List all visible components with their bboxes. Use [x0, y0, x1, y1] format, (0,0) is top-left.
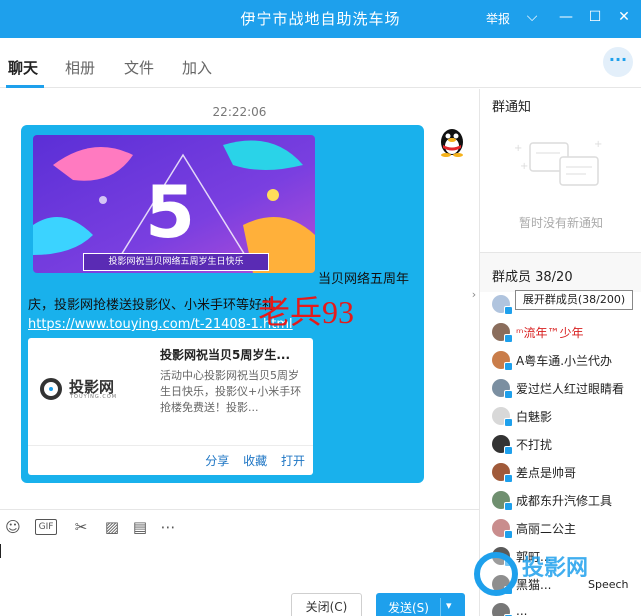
watermark-ring-icon — [474, 552, 518, 596]
minimize-button[interactable]: — — [555, 6, 577, 28]
card-title: 投影网祝当贝5周岁生... — [160, 348, 291, 362]
member-device-icon — [504, 418, 513, 427]
member-device-icon — [504, 446, 513, 455]
member-name: ᵐ流年™少年 — [516, 326, 584, 340]
member-list-item[interactable]: ᵐ流年™少年 — [480, 320, 641, 348]
scissors-icon[interactable]: ✂ — [71, 517, 91, 537]
member-device-icon — [504, 362, 513, 371]
member-device-icon — [504, 530, 513, 539]
member-list-item[interactable]: 不打扰 — [480, 432, 641, 460]
open-button[interactable]: 打开 — [281, 454, 305, 468]
member-name: 爱过烂人红过眼睛看 — [516, 382, 625, 396]
link-preview-card[interactable]: 投影网 TOUYING.COM 投影网祝当贝5周岁生... 活动中心投影网祝当贝… — [28, 338, 313, 475]
maximize-button[interactable]: ☐ — [584, 6, 606, 28]
banner-caption: 投影网祝当贝网络五周岁生日快乐 — [83, 253, 269, 271]
gif-icon[interactable]: GIF — [35, 519, 57, 535]
member-device-icon — [504, 502, 513, 511]
logo-ring-icon — [40, 378, 62, 400]
expand-members-tooltip: 展开群成员(38/200) — [515, 290, 633, 310]
members-header: 群成员 38/20 — [480, 252, 641, 292]
logo-subtitle: TOUYING.COM — [70, 394, 118, 400]
member-device-icon — [504, 474, 513, 483]
card-divider — [28, 445, 313, 446]
share-button[interactable]: 分享 — [205, 454, 229, 468]
member-list-item[interactable]: 差点是帅哥 — [480, 460, 641, 488]
member-name: 高丽二公主 — [516, 522, 577, 536]
message-text-line2: 庆，投影网抢楼送投影仪、小米手环等好礼 — [28, 298, 276, 313]
member-name: A粤车通.小兰代办 — [516, 354, 613, 368]
tab-join[interactable]: 加入 — [182, 57, 212, 78]
empty-notice-icon: + + + — [508, 129, 608, 209]
close-window-button[interactable]: ✕ — [613, 6, 635, 28]
svg-text:+: + — [520, 161, 528, 172]
message-timestamp: 22:22:06 — [212, 105, 267, 119]
more-tools-icon[interactable]: ⋯ — [158, 517, 178, 537]
chevron-right-icon[interactable]: › — [468, 285, 480, 305]
members-title: 群成员 38/20 — [492, 270, 573, 285]
more-options-button[interactable]: ··· — [603, 47, 633, 77]
send-label: 发送(S) — [388, 601, 429, 615]
member-list-item[interactable]: A粤车通.小兰代办 — [480, 348, 641, 376]
close-button[interactable]: 关闭(C) — [291, 593, 362, 616]
side-panel: 群通知 + + + 暂时没有新通知 群成员 38/20 › ᵐ流年™少年 A粤车通… — [472, 89, 641, 616]
banner-image[interactable]: 5 投影网祝当贝网络五周岁生日快乐 — [33, 135, 315, 273]
title-bar: 伊宁市战地自助洗车场 举报 ⌵ — ☐ ✕ — [0, 0, 641, 38]
tab-bar: 聊天 相册 文件 加入 — [0, 38, 641, 88]
member-name: 不打扰 — [516, 438, 553, 452]
penguin-avatar-icon[interactable] — [437, 125, 467, 157]
member-list-item[interactable]: 高丽二公主 — [480, 516, 641, 544]
message-link[interactable]: https://www.touying.com/t-21408-1.html — [28, 317, 293, 332]
tab-album[interactable]: 相册 — [65, 57, 95, 78]
send-separator — [440, 598, 441, 616]
banner-number: 5 — [145, 170, 195, 254]
card-description: 活动中心投影网祝当贝5周岁生日快乐，投影仪+小米手环抢楼免费送！投影... — [160, 369, 302, 414]
member-device-icon — [504, 390, 513, 399]
member-name: 差点是帅哥 — [516, 466, 577, 480]
chat-area: 22:22:06 5 投影网祝当贝网络五周岁生日快乐 当贝网络五周年 庆，投影网… — [0, 89, 479, 509]
tab-chat[interactable]: 聊天 — [8, 57, 38, 78]
message-input[interactable] — [0, 544, 1, 558]
svg-text:+: + — [594, 139, 602, 150]
member-name: 成都东升汽修工具 — [516, 494, 613, 508]
emoji-icon[interactable]: ☺ — [3, 517, 23, 537]
notice-title: 群通知 — [492, 100, 532, 115]
window-title: 伊宁市战地自助洗车场 — [240, 10, 401, 28]
member-device-icon — [504, 306, 513, 315]
member-device-icon — [504, 334, 513, 343]
favorite-button[interactable]: 收藏 — [243, 454, 267, 468]
corner-watermark-logo: 投影网 Speech — [470, 548, 641, 616]
send-button[interactable]: 发送(S) ▾ — [376, 593, 465, 616]
card-actions: 分享 收藏 打开 — [195, 452, 305, 469]
message-bubble[interactable]: 5 投影网祝当贝网络五周岁生日快乐 当贝网络五周年 庆，投影网抢楼送投影仪、小米… — [21, 125, 424, 483]
notice-empty-text: 暂时没有新通知 — [518, 216, 603, 230]
member-list-item[interactable]: 成都东升汽修工具 — [480, 488, 641, 516]
file-icon[interactable]: ▤ — [130, 517, 150, 537]
watermark-logo-text: 投影网 — [522, 556, 589, 581]
send-options-icon[interactable]: ▾ — [446, 599, 452, 612]
member-list-item[interactable]: 爱过烂人红过眼睛看 — [480, 376, 641, 404]
report-link[interactable]: 举报 — [486, 10, 510, 27]
active-tab-indicator — [6, 85, 44, 88]
member-name: 白魅影 — [516, 410, 553, 424]
member-list-item[interactable]: 白魅影 — [480, 404, 641, 432]
touying-logo: 投影网 TOUYING.COM — [36, 376, 132, 400]
input-area: ☺ GIF ✂ ▨ ▤ ⋯ 关闭(C) 发送(S) ▾ — [0, 509, 479, 616]
tab-files[interactable]: 文件 — [124, 57, 154, 78]
watermark-sub-text: Speech — [588, 578, 629, 591]
svg-text:+: + — [514, 143, 522, 154]
image-icon[interactable]: ▨ — [102, 517, 122, 537]
watermark-text: 老兵93 — [258, 294, 355, 330]
chevron-down-icon[interactable]: ⌵ — [521, 6, 543, 28]
